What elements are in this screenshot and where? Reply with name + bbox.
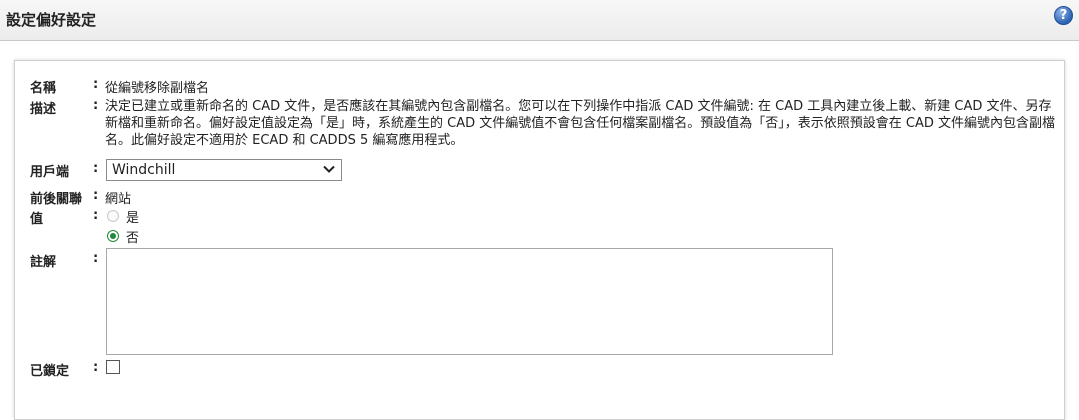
locked-checkbox[interactable]	[106, 360, 120, 374]
page-header: 設定偏好設定 ?	[0, 0, 1079, 41]
comment-colon: :	[93, 251, 99, 266]
value-radio-no-label: 否	[126, 231, 140, 246]
question-icon[interactable]: ?	[1054, 6, 1073, 25]
name-value: 從編號移除副檔名	[105, 81, 210, 96]
locked-colon: :	[93, 360, 99, 375]
client-label: 用戶端	[30, 165, 70, 180]
client-colon: :	[93, 161, 99, 176]
preference-form-panel: 名稱 : 從編號移除副檔名 描述 : 決定已建立或重新命名的 CAD 文件，是否…	[14, 60, 1065, 420]
locked-label: 已鎖定	[30, 364, 70, 379]
description-value: 決定已建立或重新命名的 CAD 文件，是否應該在其編號內包含副檔名。您可以在下列…	[105, 99, 1055, 148]
chevron-down-icon	[322, 162, 336, 180]
name-label: 名稱	[30, 81, 57, 96]
client-select[interactable]: Windchill	[106, 159, 342, 181]
comment-textarea[interactable]	[106, 248, 833, 355]
name-colon: :	[93, 77, 99, 92]
context-colon: :	[93, 188, 99, 203]
page-title: 設定偏好設定	[6, 11, 97, 29]
description-colon: :	[93, 98, 99, 113]
value-radio-no[interactable]	[107, 230, 119, 242]
context-label: 前後關聯	[30, 192, 83, 207]
context-value: 網站	[105, 192, 132, 207]
value-colon: :	[93, 208, 99, 223]
client-select-value: Windchill	[112, 162, 176, 178]
description-label: 描述	[30, 102, 57, 117]
value-radio-yes[interactable]	[107, 210, 119, 222]
value-radio-yes-label: 是	[126, 211, 140, 226]
comment-label: 註解	[30, 255, 57, 270]
value-label: 值	[30, 212, 44, 227]
